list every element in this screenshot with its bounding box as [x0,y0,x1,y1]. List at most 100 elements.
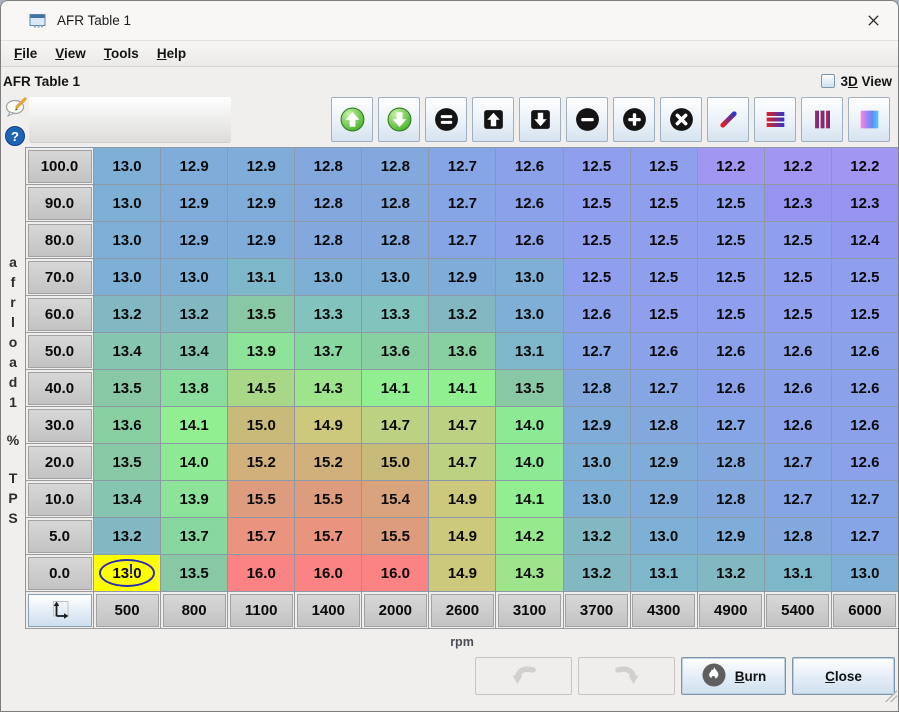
table-cell[interactable]: 12.5 [564,148,631,185]
table-cell[interactable]: 14.0 [496,444,563,481]
table-cell[interactable]: 13.4 [94,481,161,518]
table-cell[interactable]: 13.0 [496,296,563,333]
table-cell[interactable]: 12.6 [765,333,832,370]
swap-axes-button[interactable] [28,594,92,627]
table-cell[interactable]: 15.7 [228,518,295,555]
toolbar-button-decrease-selected[interactable] [378,97,420,142]
table-cell[interactable]: 12.7 [698,407,765,444]
table-cell[interactable]: 12.7 [429,222,496,259]
toolbar-button-increment-value[interactable] [613,97,655,142]
edit-note-icon[interactable] [4,95,30,124]
table-cell[interactable]: 12.7 [429,148,496,185]
table-cell[interactable]: 14.2 [496,518,563,555]
table-cell[interactable]: 14.1 [161,407,228,444]
table-cell[interactable]: 14.7 [429,407,496,444]
table-cell[interactable]: 12.8 [362,185,429,222]
table-cell[interactable]: 16.0 [228,555,295,592]
table-cell[interactable]: 14.5 [228,370,295,407]
table-cell[interactable]: 12.9 [698,518,765,555]
table-cell[interactable]: 13.0 [161,259,228,296]
table-cell[interactable]: 14.9 [429,481,496,518]
toolbar-button-increase-selected[interactable] [331,97,373,142]
table-cell[interactable]: 12.5 [698,259,765,296]
menu-view[interactable]: View [46,46,95,61]
redo-button[interactable] [578,657,675,695]
table-cell[interactable]: 16.0 [362,555,429,592]
table-cell[interactable]: 12.6 [496,222,563,259]
table-cell[interactable]: 14.9 [429,518,496,555]
table-cell[interactable]: 13.1 [631,555,698,592]
table-cell[interactable]: 12.5 [631,222,698,259]
table-cell[interactable]: 12.5 [564,259,631,296]
table-cell[interactable]: 12.6 [698,333,765,370]
table-cell[interactable]: 13.1 [228,259,295,296]
table-cell[interactable]: 12.5 [765,259,832,296]
table-cell[interactable]: 14.1 [362,370,429,407]
table-cell[interactable]: 12.6 [631,333,698,370]
toolbar-button-interpolate-columns[interactable] [801,97,843,142]
table-cell[interactable]: 14.7 [362,407,429,444]
toolbar-button-shift-table-up[interactable] [472,97,514,142]
table-cell[interactable]: 12.2 [765,148,832,185]
table-cell[interactable]: 13.9 [161,481,228,518]
table-cell[interactable]: 12.9 [161,222,228,259]
table-cell[interactable]: 12.6 [564,296,631,333]
menu-file[interactable]: File [5,46,46,61]
table-cell[interactable]: 12.5 [832,259,899,296]
table-cell[interactable]: 13.2 [429,296,496,333]
table-cell[interactable]: 12.8 [698,444,765,481]
table-cell[interactable]: 12.3 [765,185,832,222]
table-cell[interactable]: 12.9 [161,185,228,222]
table-cell[interactable]: 12.5 [832,296,899,333]
table-cell[interactable]: 13.3 [295,296,362,333]
table-cell[interactable]: 13.2 [564,518,631,555]
table-cell[interactable]: 15.2 [228,444,295,481]
table-cell[interactable]: 15.5 [228,481,295,518]
table-cell[interactable]: 14.7 [429,444,496,481]
table-cell[interactable]: 13.7 [161,518,228,555]
table-cell[interactable]: 13.0 [362,259,429,296]
table-cell[interactable]: 12.9 [564,407,631,444]
table-cell[interactable]: 13.0 [564,481,631,518]
table-cell[interactable]: 12.9 [161,148,228,185]
table-cell[interactable]: 12.6 [765,407,832,444]
table-cell[interactable]: 13.5 [94,370,161,407]
table-cell[interactable]: 13.0 [832,555,899,592]
table-cell[interactable]: 12.8 [765,518,832,555]
menu-help[interactable]: Help [148,46,195,61]
table-cell[interactable]: 12.5 [564,222,631,259]
undo-button[interactable] [475,657,572,695]
table-cell[interactable]: 13.7 [295,333,362,370]
table-cell[interactable]: 12.7 [564,333,631,370]
table-cell[interactable]: 12.9 [631,481,698,518]
table-cell[interactable]: 13.0 [295,259,362,296]
table-cell[interactable]: 12.2 [832,148,899,185]
table-cell[interactable]: 12.8 [295,185,362,222]
table-cell[interactable]: 13.0 [564,444,631,481]
table-cell[interactable]: 13.0 [94,185,161,222]
table-cell[interactable]: 12.5 [631,185,698,222]
table-cell[interactable]: 13.3 [362,296,429,333]
table-cell[interactable]: 13.6 [94,407,161,444]
table-cell[interactable]: 14.0 [161,444,228,481]
table-cell[interactable]: 14.1 [496,481,563,518]
table-cell[interactable]: 12.5 [765,296,832,333]
table-cell[interactable]: 15.0 [362,444,429,481]
table-cell[interactable]: 12.5 [564,185,631,222]
table-cell[interactable]: 13.2 [564,555,631,592]
table-cell[interactable]: 15.7 [295,518,362,555]
table-cell[interactable]: 14.9 [295,407,362,444]
toolbar-button-multiply-cancel[interactable] [660,97,702,142]
table-cell[interactable]: 12.6 [496,185,563,222]
table-cell[interactable]: 15.5 [295,481,362,518]
table-cell[interactable]: 13.0 [496,259,563,296]
table-cell[interactable]: 12.8 [631,407,698,444]
table-cell[interactable]: 13.6 [362,333,429,370]
table-cell[interactable]: 12.6 [832,407,899,444]
table-cell[interactable]: 12.8 [564,370,631,407]
table-cell[interactable]: 15.2 [295,444,362,481]
table-cell[interactable]: 12.7 [832,518,899,555]
table-cell[interactable]: 13.5 [94,444,161,481]
table-cell[interactable]: 12.9 [631,444,698,481]
table-cell[interactable]: 14.9 [429,555,496,592]
